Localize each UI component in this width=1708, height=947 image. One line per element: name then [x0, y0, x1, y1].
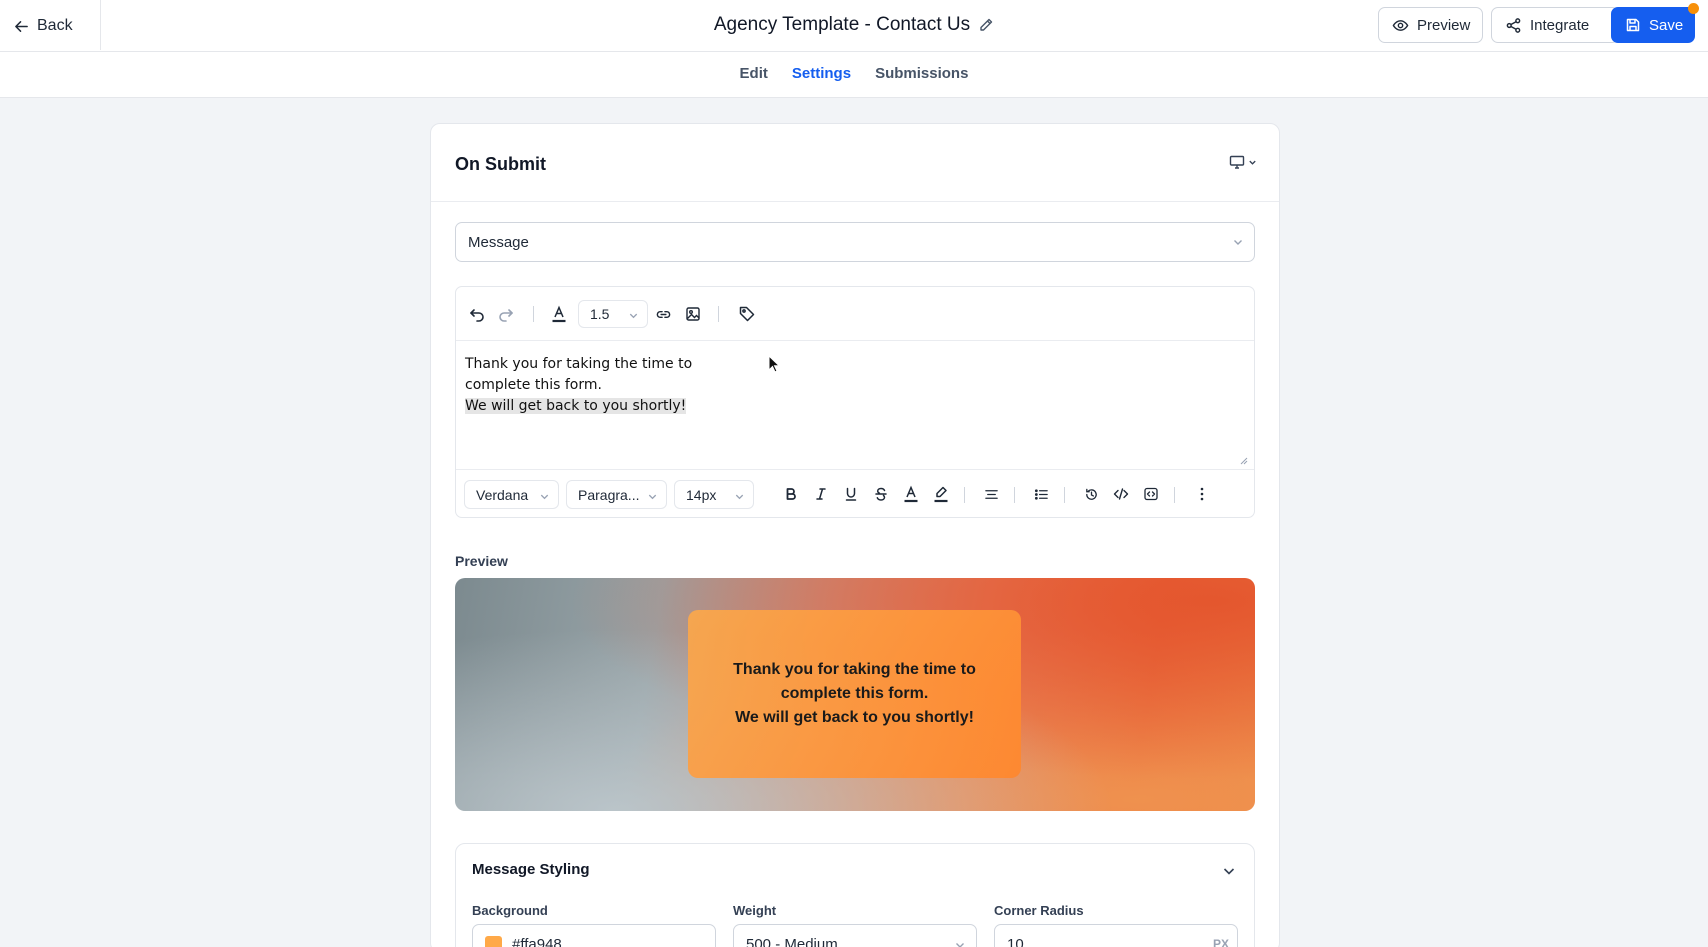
- redo-icon[interactable]: [493, 301, 519, 327]
- card-header: On Submit: [431, 124, 1279, 202]
- message-styling-title: Message Styling: [472, 861, 590, 878]
- weight-label: Weight: [733, 903, 777, 918]
- weight-value: 500 - Medium: [746, 935, 838, 947]
- highlight-icon[interactable]: [928, 481, 954, 507]
- italic-icon[interactable]: [808, 481, 834, 507]
- pencil-icon[interactable]: [978, 17, 994, 33]
- chevron-down-icon: [628, 310, 639, 321]
- block-type-value: Paragra...: [578, 486, 640, 503]
- chevron-down-icon: [1232, 236, 1244, 248]
- preview-message-box: Thank you for taking the time to complet…: [688, 610, 1021, 778]
- preview-panel: Thank you for taking the time to complet…: [455, 578, 1255, 811]
- card-title: On Submit: [455, 154, 546, 174]
- background-label: Background: [472, 903, 548, 918]
- font-family-value: Verdana: [476, 486, 529, 503]
- tab-bar: Edit Settings Submissions: [0, 52, 1708, 98]
- bullet-list-icon[interactable]: [1028, 481, 1054, 507]
- editor-line: Thank you for taking the time to: [465, 356, 693, 372]
- font-color-icon[interactable]: [898, 481, 924, 507]
- chevron-down-icon: [954, 939, 966, 947]
- block-type-select[interactable]: Paragra...: [566, 480, 667, 509]
- underline-icon[interactable]: [838, 481, 864, 507]
- chevron-down-icon: [647, 491, 658, 502]
- preview-line: We will get back to you shortly!: [735, 709, 974, 726]
- editor-line: complete this form.: [465, 377, 602, 393]
- tab-submissions[interactable]: Submissions: [875, 65, 968, 82]
- toolbar-divider: [1174, 487, 1175, 503]
- device-toggle[interactable]: [1229, 154, 1257, 170]
- desktop-icon: [1229, 154, 1245, 170]
- bold-icon[interactable]: [778, 481, 804, 507]
- undo-icon[interactable]: [464, 301, 490, 327]
- integrate-button-label: Integrate: [1530, 16, 1590, 34]
- toolbar-divider: [533, 306, 534, 322]
- form-title-text: Agency Template - Contact Us: [713, 14, 971, 35]
- chevron-down-icon: [1248, 158, 1257, 167]
- corner-radius-value: 10: [1007, 935, 1024, 947]
- editor-content[interactable]: Thank you for taking the time to complet…: [465, 354, 1235, 464]
- preview-message-text: Thank you for taking the time to complet…: [733, 658, 976, 730]
- preview-line: complete this form.: [780, 685, 929, 702]
- tag-icon[interactable]: [734, 301, 760, 327]
- chevron-down-icon[interactable]: [1222, 864, 1236, 878]
- on-submit-action-select[interactable]: Message: [455, 222, 1255, 262]
- background-color-value: #ffa948: [512, 935, 562, 947]
- share-icon: [1505, 17, 1522, 34]
- image-icon[interactable]: [680, 301, 706, 327]
- line-height-select[interactable]: 1.5: [578, 300, 648, 328]
- floppy-disk-icon: [1625, 17, 1641, 33]
- chevron-down-icon: [734, 491, 745, 502]
- editor-top-toolbar: 1.5: [456, 287, 1254, 341]
- chevron-down-icon: [539, 491, 550, 502]
- on-submit-card: On Submit Message 1.5 Thank you for taki…: [430, 123, 1280, 947]
- unsaved-indicator: [1688, 3, 1699, 14]
- embed-icon[interactable]: [1138, 481, 1164, 507]
- tab-edit[interactable]: Edit: [740, 65, 768, 82]
- mouse-pointer-icon: [768, 355, 780, 373]
- align-center-icon[interactable]: [978, 481, 1004, 507]
- font-family-select[interactable]: Verdana: [464, 480, 559, 509]
- preview-line: Thank you for taking the time to: [733, 661, 976, 678]
- corner-radius-input[interactable]: 10 PX: [994, 924, 1238, 947]
- clear-format-icon[interactable]: [1078, 481, 1104, 507]
- integrate-button[interactable]: Integrate: [1491, 7, 1619, 43]
- color-swatch[interactable]: [485, 935, 502, 947]
- more-vertical-icon[interactable]: [1189, 481, 1215, 507]
- toolbar-divider: [1064, 487, 1065, 503]
- font-size-select[interactable]: 14px: [674, 480, 754, 509]
- background-color-input[interactable]: #ffa948: [472, 924, 716, 947]
- tab-settings[interactable]: Settings: [792, 65, 851, 82]
- line-height-value: 1.5: [590, 306, 610, 322]
- toolbar-divider: [1014, 487, 1015, 503]
- save-button[interactable]: Save: [1611, 3, 1699, 43]
- resize-handle-icon[interactable]: [1240, 457, 1248, 465]
- editor-bottom-toolbar: Verdana Paragra... 14px: [456, 469, 1254, 519]
- eye-icon: [1392, 17, 1409, 34]
- toolbar-divider: [718, 306, 719, 322]
- rich-text-editor: 1.5 Thank you for taking the time to com…: [455, 286, 1255, 518]
- select-value: Message: [468, 233, 529, 251]
- save-button-label: Save: [1649, 16, 1684, 34]
- toolbar-divider: [964, 487, 965, 503]
- code-icon[interactable]: [1108, 481, 1134, 507]
- top-bar: Back Agency Template - Contact Us Previe…: [0, 0, 1708, 52]
- message-styling-panel: Message Styling Background #ffa948 Weigh…: [455, 843, 1255, 947]
- font-size-value: 14px: [686, 486, 717, 503]
- editor-line-selected: We will get back to you shortly!: [465, 398, 687, 414]
- corner-radius-label: Corner Radius: [994, 903, 1084, 918]
- link-icon[interactable]: [650, 301, 676, 327]
- preview-button-label: Preview: [1417, 16, 1471, 34]
- weight-select[interactable]: 500 - Medium: [733, 924, 977, 947]
- preview-section-label: Preview: [455, 553, 508, 569]
- strikethrough-icon[interactable]: [868, 481, 894, 507]
- corner-radius-unit: PX: [1212, 937, 1229, 947]
- preview-button[interactable]: Preview: [1378, 7, 1483, 43]
- text-color-icon[interactable]: [546, 301, 572, 327]
